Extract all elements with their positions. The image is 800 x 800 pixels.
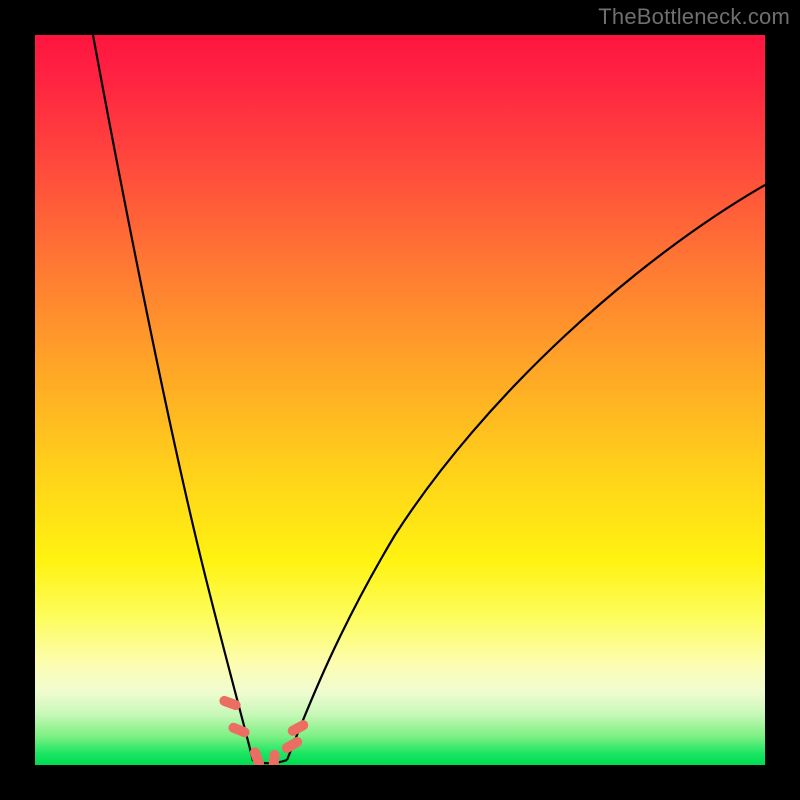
curve-marker xyxy=(268,750,280,765)
curve-right-branch xyxy=(287,185,765,760)
attribution-label: TheBottleneck.com xyxy=(598,4,790,30)
curve-layer xyxy=(35,35,765,765)
marker-group xyxy=(218,695,310,765)
chart-frame: TheBottleneck.com xyxy=(0,0,800,800)
curve-marker xyxy=(218,695,242,712)
curve-left-branch xyxy=(93,35,253,761)
curve-marker xyxy=(227,721,251,739)
curve-marker xyxy=(280,735,304,755)
plot-area xyxy=(35,35,765,765)
